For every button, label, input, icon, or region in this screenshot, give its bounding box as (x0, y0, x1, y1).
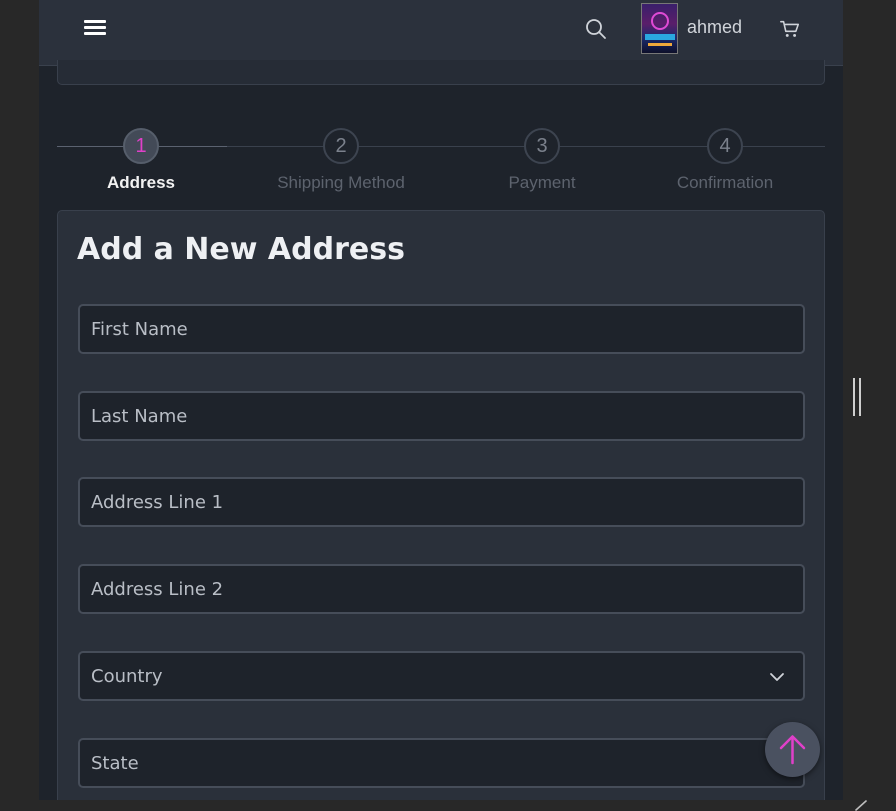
username-label[interactable]: ahmed (687, 17, 742, 38)
step-label: Shipping Method (277, 173, 405, 192)
first-name-placeholder: First Name (91, 319, 188, 340)
cart-icon[interactable] (779, 18, 801, 40)
checkout-stepper: 1 Address 2 Shipping Method 3 Payment 4 … (57, 124, 825, 204)
app-viewport: ahmed 1 Address 2 Shipping Method 3 Paym… (39, 0, 843, 800)
address-line-1-placeholder: Address Line 1 (91, 492, 224, 513)
step-label: Payment (508, 173, 576, 192)
step-number: 1 (123, 128, 159, 164)
step-number: 3 (524, 128, 560, 164)
state-select[interactable]: State (78, 738, 805, 788)
top-navbar: ahmed (39, 0, 843, 66)
address-line-2-placeholder: Address Line 2 (91, 579, 224, 600)
step-payment[interactable]: 3 Payment (452, 128, 632, 193)
first-name-field[interactable]: First Name (78, 304, 805, 354)
search-icon[interactable] (584, 17, 608, 41)
avatar[interactable] (641, 3, 678, 54)
last-name-field[interactable]: Last Name (78, 391, 805, 441)
step-label: Address (106, 173, 176, 192)
address-form-card: Add a New Address First Name Last Name A… (57, 210, 825, 800)
step-confirmation[interactable]: 4 Confirmation (635, 128, 815, 193)
step-shipping-method[interactable]: 2 Shipping Method (251, 128, 431, 193)
step-number: 2 (323, 128, 359, 164)
back-to-top-button[interactable] (765, 722, 820, 777)
country-select[interactable]: Country (78, 651, 805, 701)
hamburger-icon[interactable] (84, 20, 106, 36)
step-label: Confirmation (676, 173, 774, 192)
collapsed-card (57, 60, 825, 85)
step-number: 4 (707, 128, 743, 164)
arrow-up-icon (779, 735, 806, 765)
address-line-1-field[interactable]: Address Line 1 (78, 477, 805, 527)
window-resize-handle[interactable] (853, 378, 862, 416)
state-placeholder: State (91, 753, 139, 774)
resize-corner-icon (855, 800, 867, 811)
last-name-placeholder: Last Name (91, 406, 188, 427)
step-address[interactable]: 1 Address (51, 128, 231, 193)
chevron-down-icon (770, 673, 784, 681)
country-placeholder: Country (91, 666, 163, 687)
form-title: Add a New Address (77, 232, 405, 267)
address-line-2-field[interactable]: Address Line 2 (78, 564, 805, 614)
